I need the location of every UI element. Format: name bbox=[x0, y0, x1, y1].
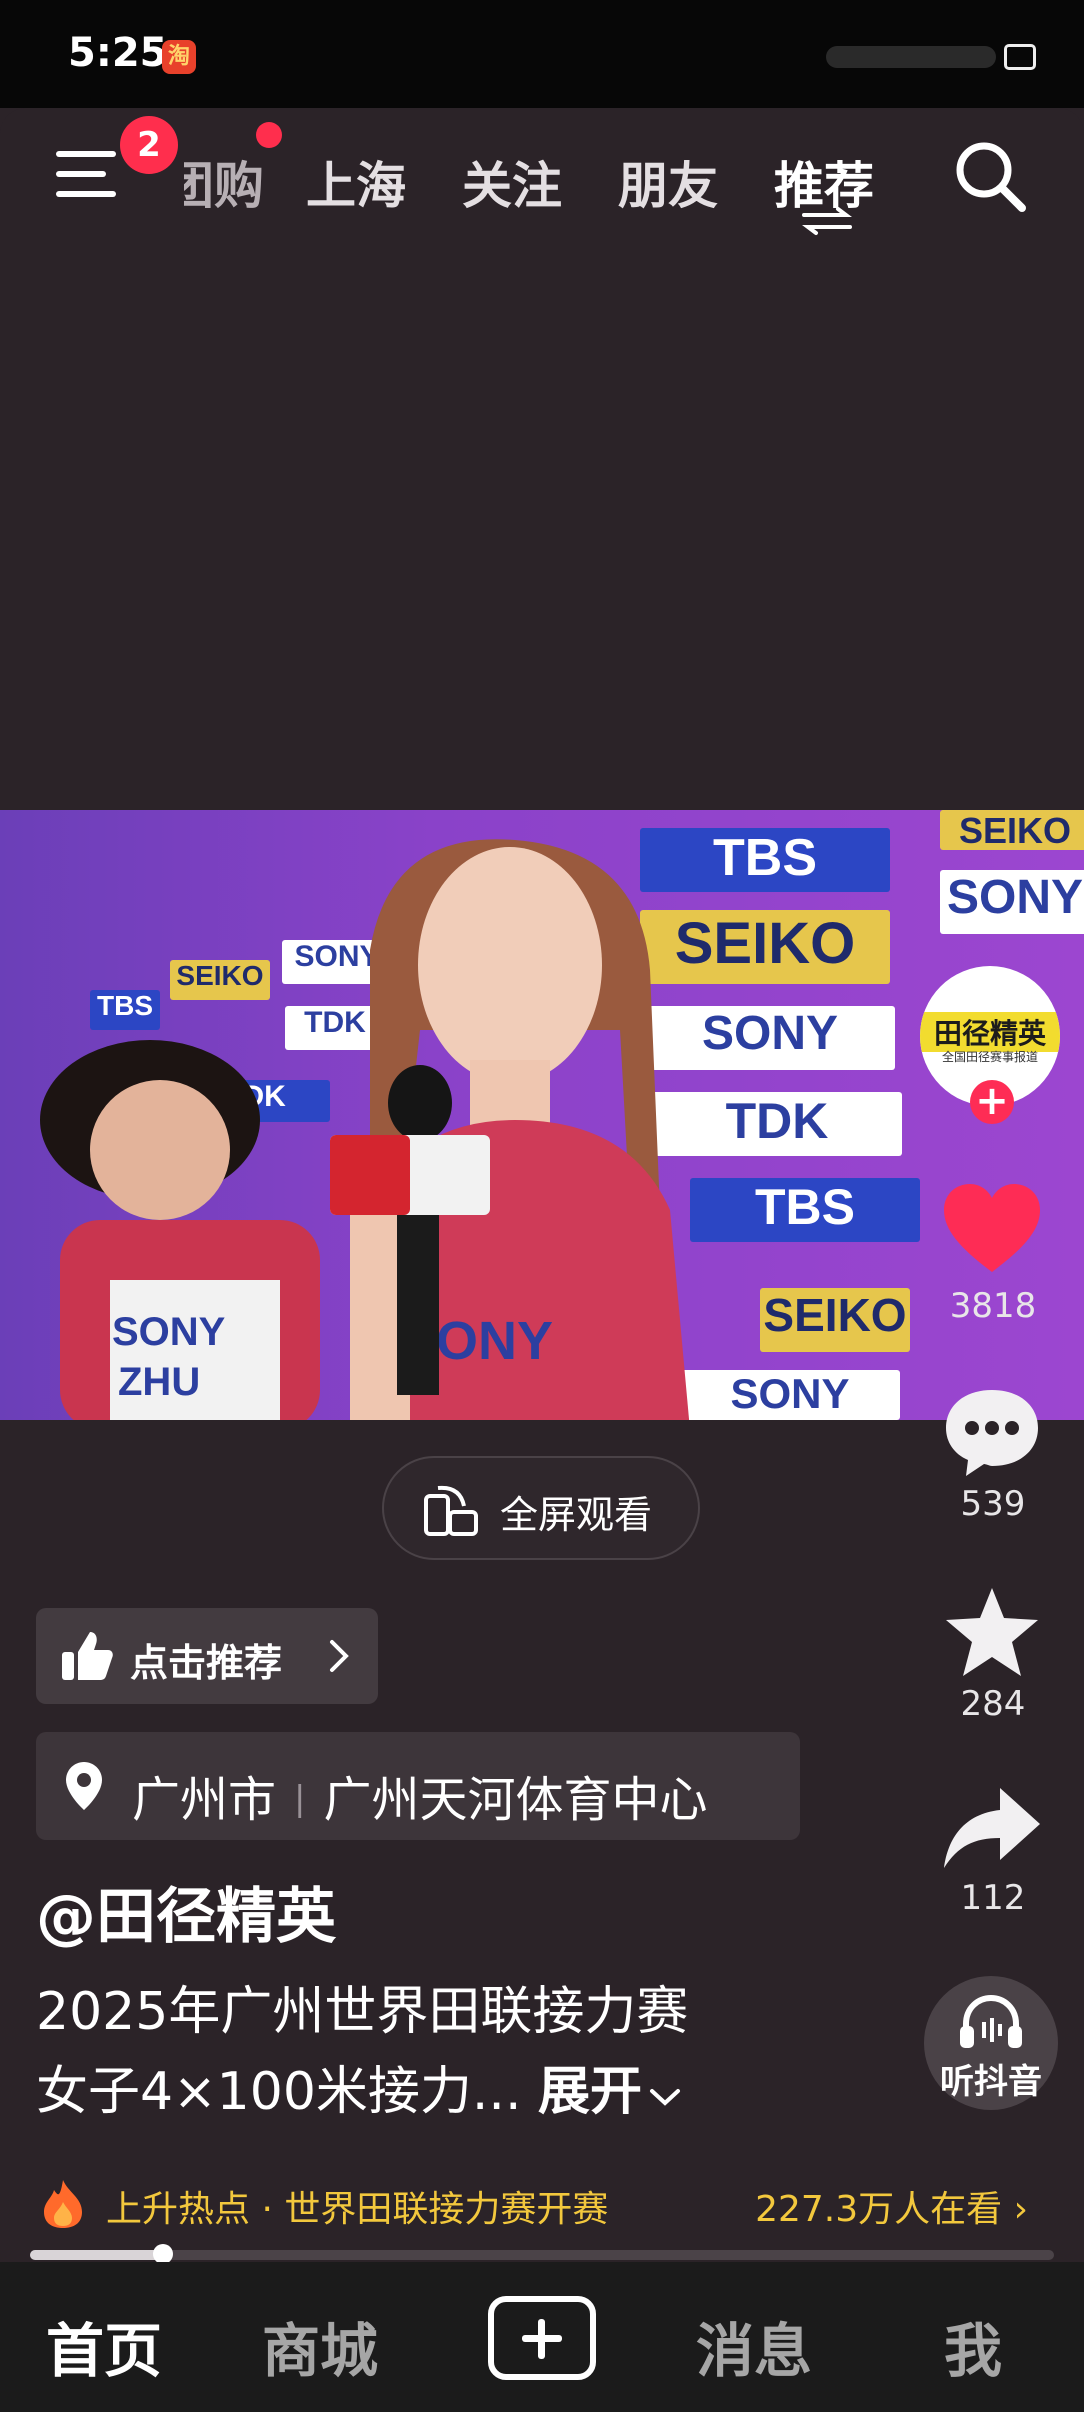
listen-douyin-button[interactable]: 听抖音 bbox=[924, 1976, 1058, 2110]
like-heart-icon[interactable] bbox=[940, 1182, 1044, 1278]
recommend-label: 点击推荐 bbox=[130, 1641, 283, 1685]
sponsor-board: SEIKO bbox=[170, 960, 270, 1000]
video-player[interactable]: TBS SEIKO SONY TDK SEIKO TBS SONY TDK TB… bbox=[0, 810, 1084, 1420]
chevron-right-icon: › bbox=[1013, 2189, 1028, 2230]
description-line-2-text: 女子4×100米接力... bbox=[36, 2062, 522, 2122]
tab-shanghai[interactable]: 上海 bbox=[306, 146, 406, 218]
watcher-count: 227.3万人在看 › bbox=[755, 2180, 1028, 2232]
hot-topic-banner[interactable]: 上升热点 · 世界田联接力赛开赛 227.3万人在看 › bbox=[0, 2170, 1084, 2234]
signal-icons-blurred bbox=[826, 46, 996, 68]
comment-icon[interactable] bbox=[940, 1384, 1044, 1480]
follow-plus-button[interactable]: + bbox=[970, 1080, 1014, 1124]
sponsor-board: TBS bbox=[90, 990, 160, 1030]
avatar-logo-subtext: 全国田径赛事报道 bbox=[941, 1050, 1038, 1064]
description-line-1: 2025年广州世界田联接力赛 bbox=[36, 1982, 689, 2042]
athlete-left-bib-name: ZHU bbox=[118, 1360, 201, 1404]
description-line-2: 女子4×100米接力... 展开 bbox=[36, 2052, 916, 2132]
favorite-star-icon[interactable] bbox=[940, 1584, 1044, 1680]
author-name[interactable]: @田径精英 bbox=[36, 1868, 336, 1955]
taobao-notification-icon: 淘 bbox=[162, 40, 196, 74]
progress-fill bbox=[30, 2250, 164, 2260]
swap-arrows-icon bbox=[802, 207, 852, 235]
microphone-icon bbox=[330, 1065, 490, 1395]
create-post-button[interactable] bbox=[488, 2296, 596, 2380]
status-bar: 5:25 淘 bbox=[0, 0, 1084, 108]
video-progress-bar[interactable] bbox=[30, 2244, 1054, 2264]
battery-icon bbox=[1004, 44, 1036, 70]
favorite-count: 284 bbox=[960, 1684, 1026, 1724]
nav-messages[interactable]: 消息 bbox=[696, 2304, 812, 2388]
fullscreen-label: 全屏观看 bbox=[500, 1493, 653, 1537]
chevron-right-icon bbox=[330, 1640, 349, 1672]
comment-count: 539 bbox=[960, 1484, 1026, 1524]
location-venue: 广州天河体育中心 bbox=[323, 1772, 708, 1828]
nav-me[interactable]: 我 bbox=[944, 2304, 1002, 2388]
athlete-left-bib: SONY bbox=[112, 1310, 226, 1354]
sponsor-board: SONY bbox=[940, 870, 1084, 934]
sponsor-board: SEIKO bbox=[760, 1288, 910, 1352]
fullscreen-button[interactable]: 全屏观看 bbox=[382, 1456, 700, 1560]
sponsor-board: SEIKO bbox=[940, 810, 1084, 851]
menu-icon-line bbox=[56, 191, 116, 197]
search-icon[interactable] bbox=[950, 136, 1030, 216]
flame-icon bbox=[44, 2180, 82, 2228]
location-city: 广州市 bbox=[132, 1772, 277, 1828]
expand-label: 展开 bbox=[538, 2062, 643, 2122]
share-arrow-icon[interactable] bbox=[940, 1782, 1044, 1878]
bottom-navigation: 首页 商城 消息 我 bbox=[0, 2262, 1084, 2412]
menu-icon-line bbox=[56, 171, 106, 177]
video-description: 2025年广州世界田联接力赛 女子4×100米接力... 展开 bbox=[36, 1972, 916, 2132]
hot-topic-text: 上升热点 · 世界田联接力赛开赛 bbox=[106, 2189, 609, 2230]
recommend-chip[interactable]: 点击推荐 bbox=[36, 1608, 378, 1704]
avatar-logo-text: 田径精英 bbox=[920, 1012, 1060, 1052]
tab-friends[interactable]: 朋友 bbox=[618, 146, 718, 218]
like-count: 3818 bbox=[949, 1286, 1037, 1326]
menu-icon-line bbox=[56, 151, 116, 157]
tab-new-dot bbox=[256, 122, 282, 148]
location-separator: | bbox=[294, 1779, 306, 1819]
location-text: 广州市 | 广州天河体育中心 bbox=[132, 1760, 708, 1830]
nav-mall[interactable]: 商城 bbox=[262, 2304, 378, 2388]
plus-icon bbox=[538, 2319, 545, 2359]
status-time: 5:25 bbox=[68, 30, 168, 76]
thumbs-up-icon bbox=[62, 1632, 113, 1680]
status-indicators bbox=[796, 36, 1036, 76]
headphones-icon bbox=[960, 1994, 1022, 2048]
sponsor-board: TBS bbox=[690, 1178, 920, 1242]
nav-home[interactable]: 首页 bbox=[46, 2304, 162, 2388]
watcher-count-text: 227.3万人在看 bbox=[755, 2189, 1003, 2230]
menu-button[interactable] bbox=[56, 145, 120, 205]
location-pin-icon bbox=[66, 1762, 102, 1810]
listen-douyin-label: 听抖音 bbox=[940, 2062, 1042, 2102]
tab-following[interactable]: 关注 bbox=[462, 146, 562, 218]
chevron-down-icon bbox=[650, 2089, 681, 2106]
menu-notification-badge: 2 bbox=[120, 116, 178, 174]
progress-handle[interactable] bbox=[153, 2244, 174, 2264]
expand-button[interactable]: 展开 bbox=[538, 2062, 682, 2122]
rotate-screen-icon bbox=[424, 1485, 478, 1536]
share-count: 112 bbox=[960, 1878, 1026, 1918]
location-chip[interactable]: 广州市 | 广州天河体育中心 bbox=[36, 1732, 800, 1840]
sponsor-board: SONY bbox=[680, 1370, 900, 1420]
